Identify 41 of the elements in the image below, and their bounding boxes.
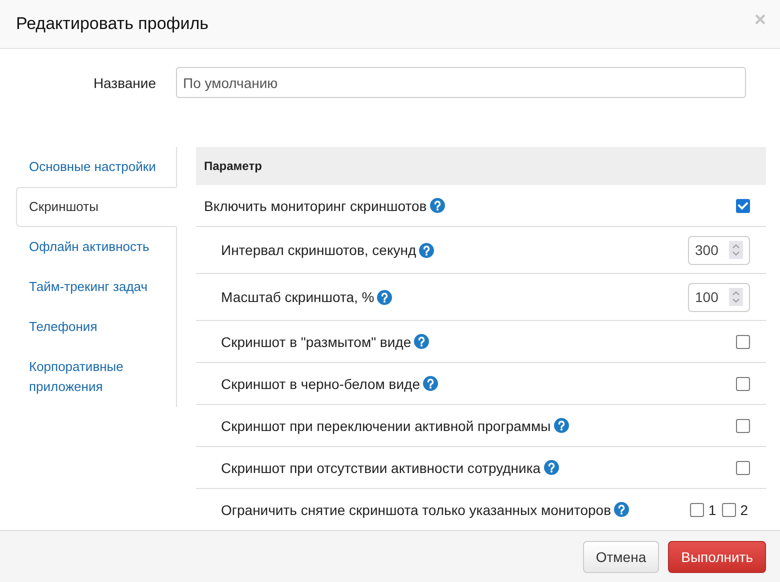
checkbox[interactable] bbox=[690, 502, 704, 517]
side-tab[interactable]: Корпоративные приложения bbox=[16, 347, 177, 408]
help-icon[interactable] bbox=[614, 502, 630, 518]
help-icon[interactable] bbox=[414, 334, 430, 350]
help-icon[interactable] bbox=[377, 290, 392, 305]
dialog-title: Редактировать профиль bbox=[16, 14, 209, 34]
submit-button[interactable]: Выполнить bbox=[668, 540, 766, 573]
help-icon[interactable] bbox=[430, 198, 445, 214]
checkbox[interactable] bbox=[736, 198, 750, 213]
side-tab[interactable]: Офлайн активность bbox=[16, 227, 177, 268]
field-label: Название bbox=[92, 74, 157, 91]
help-icon[interactable] bbox=[554, 418, 569, 434]
setting-label: Интервал скриншотов, секунд bbox=[221, 242, 416, 258]
side-tab[interactable]: Скриншоты bbox=[16, 187, 177, 228]
setting-label: Скриншот в "размытом" виде bbox=[221, 334, 412, 350]
setting-label: Включить мониторинг скриншотов bbox=[204, 198, 427, 214]
cancel-button[interactable]: Отмена bbox=[582, 540, 660, 573]
side-tab[interactable]: Основные настройки bbox=[16, 147, 177, 188]
setting-label: Масштаб скриншота, % bbox=[221, 289, 374, 306]
checkbox[interactable] bbox=[722, 502, 736, 517]
setting-label: Скриншот в черно-белом виде bbox=[221, 376, 420, 392]
side-tab[interactable]: Телефония bbox=[16, 307, 177, 348]
help-icon[interactable] bbox=[422, 376, 438, 392]
checkbox[interactable] bbox=[736, 334, 750, 349]
checkbox[interactable] bbox=[736, 460, 750, 475]
monitor-label: 1 bbox=[708, 502, 716, 518]
help-icon[interactable] bbox=[544, 460, 559, 476]
name-field[interactable]: По умолчанию bbox=[176, 67, 746, 98]
number-field[interactable]: 300 bbox=[688, 236, 750, 265]
spinner-icon[interactable] bbox=[729, 288, 743, 306]
spinner-icon[interactable] bbox=[729, 241, 743, 260]
checkbox[interactable] bbox=[736, 376, 750, 391]
monitor-label: 2 bbox=[740, 502, 748, 518]
side-tab[interactable]: Тайм-трекинг задач bbox=[16, 267, 177, 308]
help-icon[interactable] bbox=[419, 242, 434, 258]
setting-label: Ограничить снятие скриншота только указанных мониторов bbox=[221, 502, 612, 518]
setting-label: Скриншот при переключении активной программы bbox=[221, 418, 551, 434]
table-header: Параметр bbox=[196, 147, 766, 186]
checkbox[interactable] bbox=[736, 418, 750, 433]
number-field[interactable]: 100 bbox=[688, 282, 750, 312]
setting-label: Скриншот при отсутствии активности сотрудника bbox=[221, 460, 541, 476]
